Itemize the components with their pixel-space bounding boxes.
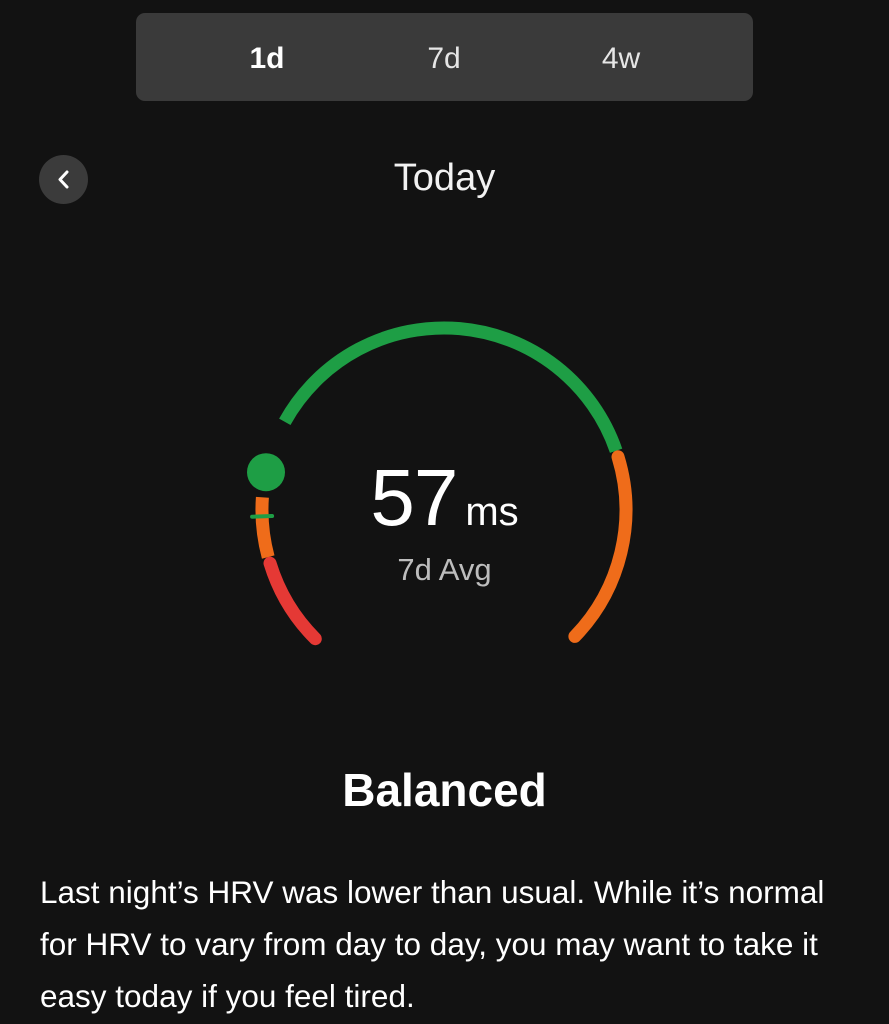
hrv-value: 57 ms <box>0 452 889 544</box>
hrv-sub-label: 7d Avg <box>397 552 492 587</box>
status-label: Balanced <box>342 764 547 816</box>
gauge-arc-balanced <box>279 321 623 453</box>
status-description: Last night’s HRV was lower than usual. W… <box>40 874 825 1014</box>
hrv-value-number: 57 <box>370 453 458 542</box>
hrv-value-unit: ms <box>465 490 519 534</box>
